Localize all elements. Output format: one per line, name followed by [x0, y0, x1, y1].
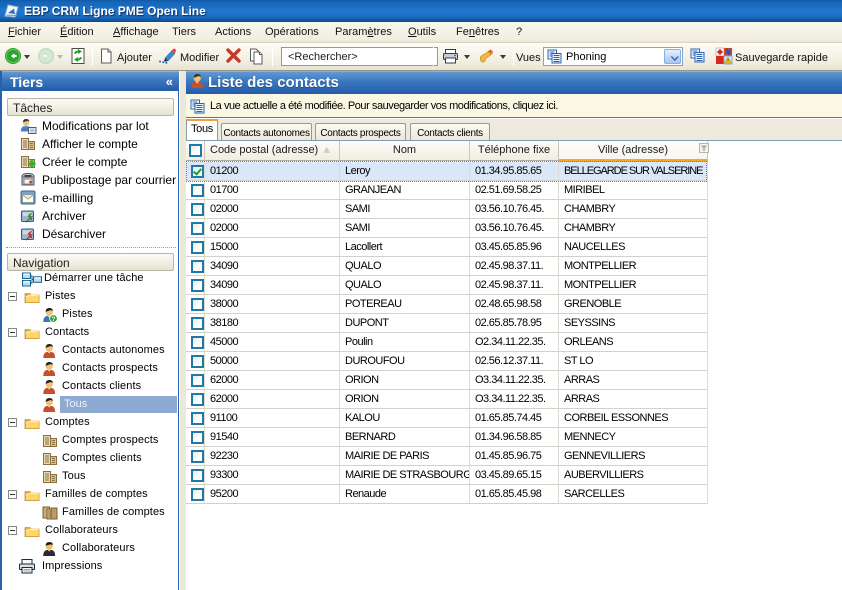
svg-text:?: ?: [52, 316, 56, 323]
